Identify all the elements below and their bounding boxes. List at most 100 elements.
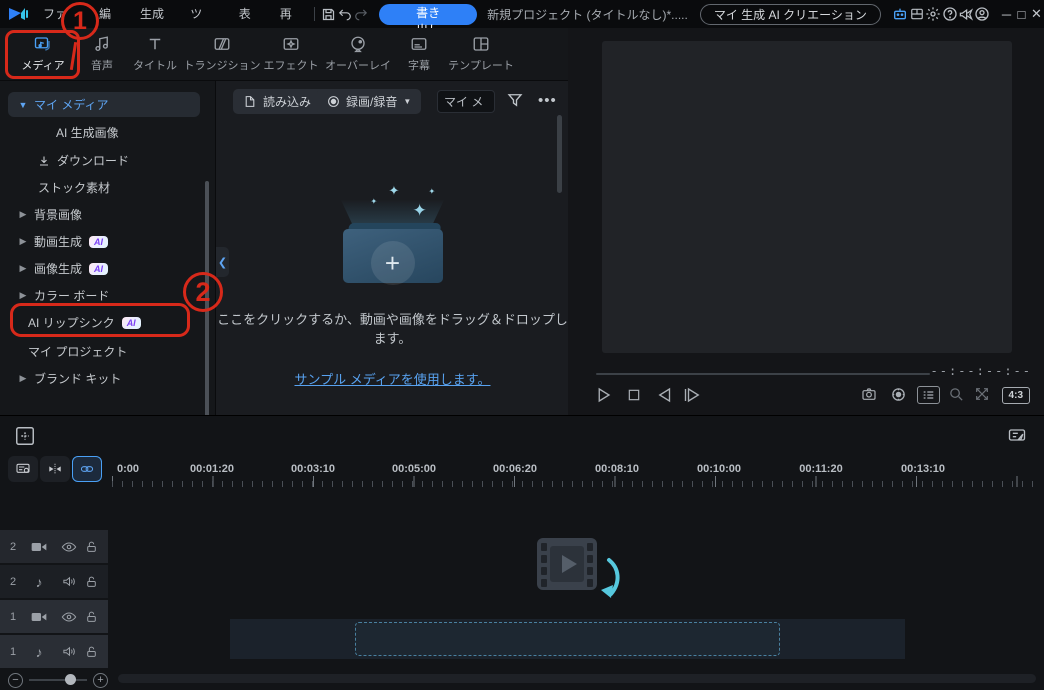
transition-icon: [213, 35, 231, 53]
sidebar-item-background-images[interactable]: ▶ 背景画像: [8, 202, 200, 227]
link-icon: [78, 462, 96, 476]
manage-tracks-icon[interactable]: [14, 425, 36, 447]
aspect-ratio-button[interactable]: 4:3: [1002, 387, 1030, 404]
filter-icon[interactable]: [506, 90, 524, 110]
previous-frame-button[interactable]: [656, 386, 674, 404]
track-header-video-1[interactable]: 1: [0, 600, 108, 633]
use-sample-media-link[interactable]: サンプル メディアを使用します。: [294, 369, 490, 388]
menu-view[interactable]: 表示: [226, 0, 267, 28]
sidebar-item-brand-kit[interactable]: ▶ ブランド キット: [8, 366, 200, 391]
media-panel-scrollbar[interactable]: [557, 115, 562, 193]
track-header-audio-2[interactable]: 2 ♪: [0, 565, 108, 598]
effects-icon: [282, 35, 300, 53]
record-icon: [327, 95, 340, 108]
caret-right-icon: ▶: [16, 373, 30, 384]
snapshot-camera-icon[interactable]: [860, 386, 878, 402]
sparkle-icon: ✦: [429, 187, 436, 196]
account-icon[interactable]: [974, 0, 990, 28]
eye-visibility-icon[interactable]: [54, 541, 84, 553]
sidebar-item-video-generation[interactable]: ▶ 動画生成 AI: [8, 229, 200, 254]
export-button[interactable]: 書き出し: [379, 4, 477, 25]
audio-track-icon: ♪: [24, 574, 54, 590]
menu-tools[interactable]: ツール: [177, 0, 226, 28]
lock-icon[interactable]: [85, 610, 98, 624]
minimize-button[interactable]: ─: [999, 0, 1014, 28]
tab-subtitle[interactable]: 字幕: [394, 28, 444, 80]
annotation-step-2: 2: [183, 272, 223, 312]
sidebar-item-image-generation[interactable]: ▶ 画像生成 AI: [8, 256, 200, 281]
sidebar-item-ai-images[interactable]: AI 生成画像: [8, 120, 200, 145]
zoom-out-icon[interactable]: −: [8, 673, 23, 688]
empty-media-dropzone[interactable]: ✦ ✦ ✦ ✦ + ここをクリックするか、動画や画像をドラッグ＆ドロップします。…: [216, 189, 569, 389]
menu-generative-ai[interactable]: 生成 AI: [127, 0, 177, 28]
speaker-mute-icon[interactable]: [54, 575, 84, 588]
preview-seekbar[interactable]: [596, 373, 930, 375]
preview-timecode: --:--:--:--: [931, 364, 1032, 378]
zoom-in-icon[interactable]: +: [93, 673, 108, 688]
menu-playback[interactable]: 再生: [267, 0, 308, 28]
play-button[interactable]: [594, 386, 612, 404]
sidebar-item-stock-media[interactable]: ストック素材: [8, 175, 200, 200]
zoom-slider[interactable]: [29, 679, 87, 681]
annotation-box-media-tab: [5, 30, 80, 79]
collapse-sidebar-handle[interactable]: ❮: [216, 247, 229, 277]
layout-icon[interactable]: [909, 0, 925, 28]
maximize-button[interactable]: □: [1014, 0, 1029, 28]
music-note-icon: [93, 35, 111, 53]
lock-icon[interactable]: [85, 575, 98, 589]
settings-gear-icon[interactable]: [925, 0, 941, 28]
more-options-icon[interactable]: •••: [538, 92, 557, 109]
my-ai-creations-button[interactable]: マイ 生成 AI クリエーション: [700, 4, 881, 25]
ai-robot-icon[interactable]: [891, 0, 909, 28]
timeline-ruler[interactable]: 0:00 00:01:20 00:03:10 00:05:00 00:06:20…: [112, 463, 1037, 489]
tab-titles[interactable]: タイトル: [126, 28, 184, 80]
next-frame-button[interactable]: [682, 386, 704, 404]
title-text-icon: [146, 35, 164, 53]
fullscreen-icon[interactable]: [974, 386, 990, 402]
record-button[interactable]: 録画/録音 ▼: [317, 89, 421, 114]
zoom-fit-icon[interactable]: [948, 386, 965, 403]
display-settings-icon[interactable]: [917, 386, 940, 404]
add-media-icon: +: [371, 241, 415, 285]
announcement-icon[interactable]: [958, 0, 974, 28]
link-clips-toggle[interactable]: [72, 456, 102, 482]
speaker-mute-icon[interactable]: [54, 645, 84, 658]
timeline-settings-icon[interactable]: [1006, 425, 1028, 445]
timeline-horizontal-scrollbar[interactable]: [118, 674, 1036, 683]
download-icon: [38, 155, 50, 167]
zoom-slider-handle[interactable]: [65, 674, 76, 685]
sidebar-item-my-media[interactable]: ▼ マイ メディア: [8, 92, 200, 117]
tab-template[interactable]: テンプレート: [444, 28, 518, 80]
stop-button[interactable]: [626, 386, 642, 404]
annotation-step-1: 1: [61, 2, 99, 40]
track-header-video-2[interactable]: 2: [0, 530, 108, 563]
caret-right-icon: ▶: [16, 236, 30, 247]
lock-icon[interactable]: [85, 540, 98, 554]
undo-icon[interactable]: [337, 0, 353, 28]
media-library-panel: 読み込み ▼ 録画/録音 ▼ ••• ✦ ✦ ✦ ✦ + ここをクリックするか、…: [215, 81, 568, 415]
save-icon[interactable]: [320, 0, 336, 28]
color-settings-icon[interactable]: [890, 386, 907, 403]
clip-drop-target[interactable]: [355, 622, 780, 656]
lock-icon[interactable]: [85, 645, 98, 659]
close-button[interactable]: ✕: [1029, 0, 1044, 28]
help-icon[interactable]: [941, 0, 957, 28]
sidebar-item-download[interactable]: ダウンロード: [8, 148, 200, 173]
tab-overlay[interactable]: オーバーレイ: [322, 28, 394, 80]
track-options-icon[interactable]: [8, 456, 38, 482]
redo-icon[interactable]: [353, 0, 369, 28]
tab-transition[interactable]: トランジション: [184, 28, 260, 80]
template-icon: [472, 35, 490, 53]
filmora-window: ファイル 編集 生成 AI ツール 表示 再生 書き出し 新規プロジェクト (タ…: [0, 0, 1044, 690]
timeline-zoom-control: − +: [8, 669, 118, 690]
snap-icon[interactable]: [40, 456, 70, 482]
search-input[interactable]: [437, 90, 495, 113]
import-file-icon: [243, 95, 257, 108]
project-title: 新規プロジェクト (タイトルなし)*.....: [487, 6, 688, 23]
tab-effects[interactable]: エフェクト: [260, 28, 322, 80]
eye-visibility-icon[interactable]: [54, 611, 84, 623]
sidebar-item-my-project[interactable]: マイ プロジェクト: [8, 339, 200, 364]
preview-canvas: [602, 41, 1012, 353]
track-header-audio-1[interactable]: 1 ♪: [0, 635, 108, 668]
sparkle-icon: ✦: [389, 183, 400, 199]
